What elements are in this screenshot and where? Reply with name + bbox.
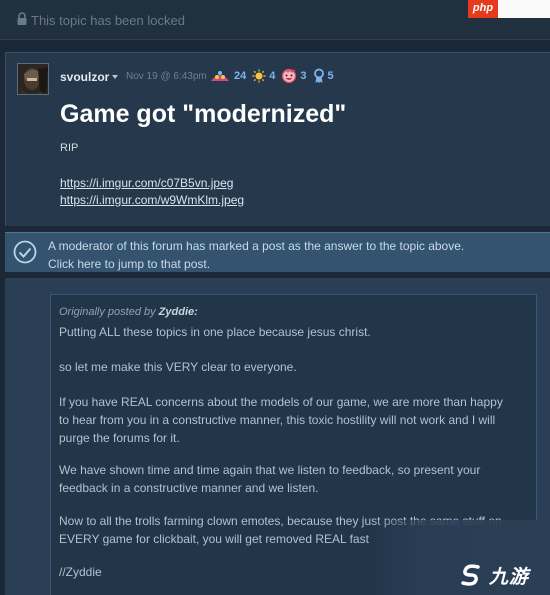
php-corner-badge: php xyxy=(468,0,550,18)
post-timestamp: Nov 19 @ 6:43pm xyxy=(126,71,207,82)
quote-line: //Zyddie xyxy=(59,565,102,579)
moderator-answer-banner[interactable]: A moderator of this forum has marked a p… xyxy=(5,232,550,272)
locked-notice-text: This topic has been locked xyxy=(31,13,185,28)
sun-award-icon xyxy=(252,69,266,83)
award-list: 24 4 3 5 xyxy=(209,68,340,84)
php-badge-label: php xyxy=(468,0,498,18)
original-post: svoulzor Nov 19 @ 6:43pm 24 4 3 5 Game g… xyxy=(5,52,550,226)
quote-origin-prefix: Originally posted by xyxy=(59,306,156,318)
watermark-text: 九游 xyxy=(489,566,530,588)
avatar-image xyxy=(18,64,48,94)
moderator-banner-text: A moderator of this forum has marked a p… xyxy=(48,239,465,253)
locked-notice-bar: This topic has been locked php xyxy=(0,0,550,40)
jump-to-answer-link[interactable]: Click here to jump to that post. xyxy=(48,257,210,271)
wholesome-award-icon xyxy=(211,71,229,81)
award-count: 4 xyxy=(269,70,276,82)
quote-line: If you have REAL concerns about the mode… xyxy=(59,395,503,409)
quote-line: We have shown time and time again that w… xyxy=(59,463,481,477)
award-item[interactable]: 5 xyxy=(313,68,334,84)
quote-line: Putting ALL these topics in one place be… xyxy=(59,325,371,339)
quote-line: to hear from you in a constructive manne… xyxy=(59,413,496,427)
quote-author[interactable]: Zyddie: xyxy=(159,306,198,318)
post-title: Game got "modernized" xyxy=(60,100,347,128)
award-item[interactable]: 3 xyxy=(281,68,307,84)
quote-line: EVERY game for clickbait, you will get r… xyxy=(59,532,369,546)
lock-icon xyxy=(17,12,27,25)
chevron-down-icon[interactable] xyxy=(112,75,118,79)
watermark-s-icon xyxy=(461,564,480,586)
post-link[interactable]: https://i.imgur.com/w9WmKlm.jpeg xyxy=(60,193,244,207)
watermark-logo: 九游 xyxy=(458,560,548,590)
award-count: 3 xyxy=(300,70,307,82)
ribbon-award-icon xyxy=(313,68,324,84)
post-link[interactable]: https://i.imgur.com/c07B5vn.jpeg xyxy=(60,176,233,190)
award-count: 24 xyxy=(234,70,247,82)
award-item[interactable]: 4 xyxy=(252,69,275,83)
quote-line: purge the forums for it. xyxy=(59,431,180,445)
award-item[interactable]: 24 xyxy=(209,69,246,83)
quote-origin: Originally posted by Zyddie: xyxy=(59,303,198,321)
post-body-text: RIP xyxy=(60,142,79,154)
checkmark-circle-icon xyxy=(13,240,37,264)
post-author[interactable]: svoulzor xyxy=(60,70,109,84)
laugh-face-award-icon xyxy=(282,68,297,84)
quote-line: so let me make this VERY clear to everyo… xyxy=(59,360,297,374)
quote-line: feedback in a constructive manner and we… xyxy=(59,481,319,495)
avatar[interactable] xyxy=(17,63,49,95)
award-count: 5 xyxy=(327,70,334,82)
